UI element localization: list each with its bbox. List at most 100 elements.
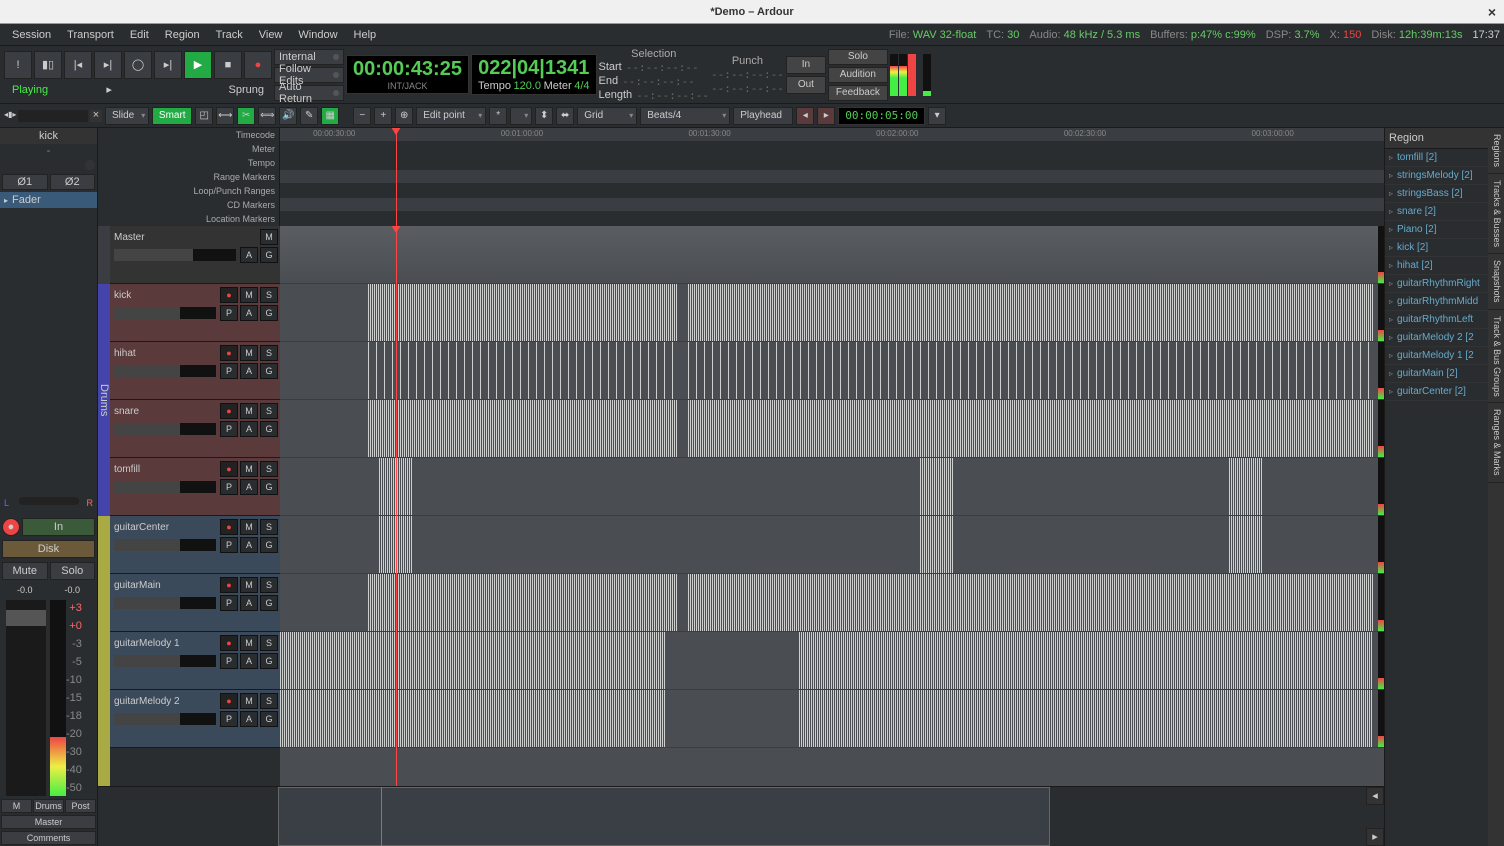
track-rec[interactable]: ● xyxy=(220,287,238,303)
track-lane[interactable] xyxy=(280,632,1384,690)
track-auto[interactable]: A xyxy=(240,479,258,495)
track-header-snare[interactable]: snare●MS PAG xyxy=(110,400,280,458)
track-header-hihat[interactable]: hihat●MS PAG xyxy=(110,342,280,400)
summary-view[interactable]: ◂ ▸ xyxy=(98,786,1384,846)
record-button[interactable]: ● xyxy=(244,51,272,79)
strip-master-button[interactable]: Master xyxy=(1,815,96,829)
region-item[interactable]: Piano [2] xyxy=(1385,221,1488,239)
object-tool-button[interactable]: ◰ xyxy=(195,107,213,125)
draw-tool-button[interactable]: ✎ xyxy=(300,107,318,125)
group-bar-guitar[interactable] xyxy=(98,516,110,786)
menu-view[interactable]: View xyxy=(251,29,291,41)
track-mute[interactable]: M xyxy=(240,635,258,651)
track-group[interactable]: G xyxy=(260,363,278,379)
menu-help[interactable]: Help xyxy=(346,29,385,41)
track-mute[interactable]: M xyxy=(240,577,258,593)
track-rec[interactable]: ● xyxy=(220,519,238,535)
menu-edit[interactable]: Edit xyxy=(122,29,157,41)
menu-session[interactable]: Session xyxy=(4,29,59,41)
track-rec[interactable]: ● xyxy=(220,577,238,593)
track-playlist[interactable]: P xyxy=(220,363,238,379)
menu-region[interactable]: Region xyxy=(157,29,208,41)
track-rec[interactable]: ● xyxy=(220,693,238,709)
snap-mode-dropdown[interactable]: Grid xyxy=(577,107,637,125)
phase-2-button[interactable]: Ø2 xyxy=(50,174,96,190)
shuttle-mode[interactable]: Sprung xyxy=(229,84,264,96)
track-auto[interactable]: A xyxy=(240,305,258,321)
track-header-guitarMelody-1[interactable]: guitarMelody 1●MS PAG xyxy=(110,632,280,690)
menu-transport[interactable]: Transport xyxy=(59,29,122,41)
smart-mode-button[interactable]: Smart xyxy=(152,107,192,125)
track-header-guitarCenter[interactable]: guitarCenter●MS PAG xyxy=(110,516,280,574)
track-solo[interactable]: S xyxy=(260,693,278,709)
audition-alert-button[interactable]: Audition xyxy=(828,67,888,83)
side-tab[interactable]: Track & Bus Groups xyxy=(1488,310,1504,404)
track-rec[interactable]: ● xyxy=(220,461,238,477)
track-auto[interactable]: A xyxy=(240,363,258,379)
punch-out-button[interactable]: Out xyxy=(786,76,826,94)
ruler-label-location[interactable]: Location Markers xyxy=(98,212,275,226)
track-header-Master[interactable]: MasterM AG xyxy=(110,226,280,284)
track-fader[interactable] xyxy=(114,597,216,609)
primary-clock[interactable]: 00:00:43:25 INT/JACK xyxy=(346,55,469,94)
track-group[interactable]: G xyxy=(260,247,278,263)
goto-end-button[interactable]: ▸| xyxy=(94,51,122,79)
zoom-out-button[interactable]: − xyxy=(353,107,371,125)
track-mute[interactable]: M xyxy=(240,461,258,477)
track-rec[interactable]: ● xyxy=(220,635,238,651)
strip-solo-button[interactable]: Solo xyxy=(50,562,96,580)
track-group[interactable]: G xyxy=(260,305,278,321)
punch-in-button[interactable]: In xyxy=(786,56,826,74)
region-item[interactable]: guitarMelody 1 [2 xyxy=(1385,347,1488,365)
nudge-dropdown[interactable]: ▾ xyxy=(928,107,946,125)
fader-tab[interactable]: Fader xyxy=(0,192,97,208)
track-fader[interactable] xyxy=(114,423,216,435)
track-canvas[interactable] xyxy=(280,226,1384,786)
region-item[interactable]: guitarMelody 2 [2 xyxy=(1385,329,1488,347)
track-group[interactable]: G xyxy=(260,653,278,669)
strip-m-button[interactable]: M xyxy=(1,799,32,813)
midi-panic-button[interactable]: ! xyxy=(4,51,32,79)
ruler-label-tempo[interactable]: Tempo xyxy=(98,156,275,170)
track-playlist[interactable]: P xyxy=(220,595,238,611)
track-playlist[interactable]: P xyxy=(220,653,238,669)
track-lane[interactable] xyxy=(280,458,1384,516)
track-playlist[interactable]: P xyxy=(220,479,238,495)
gain-slider[interactable] xyxy=(18,110,88,122)
track-auto[interactable]: A xyxy=(240,247,258,263)
ruler-label-cd[interactable]: CD Markers xyxy=(98,198,275,212)
feedback-alert-button[interactable]: Feedback xyxy=(828,85,888,101)
nudge-clock[interactable]: 00:00:05:00 xyxy=(838,107,925,125)
phase-1-button[interactable]: Ø1 xyxy=(2,174,48,190)
track-solo[interactable]: S xyxy=(260,635,278,651)
track-fader[interactable] xyxy=(114,249,236,261)
track-group[interactable]: G xyxy=(260,595,278,611)
ruler-label-loop[interactable]: Loop/Punch Ranges xyxy=(98,184,275,198)
track-mute[interactable]: M xyxy=(260,229,278,245)
track-rec[interactable]: ● xyxy=(220,403,238,419)
ruler-label-range[interactable]: Range Markers xyxy=(98,170,275,184)
track-header-tomfill[interactable]: tomfill●MS PAG xyxy=(110,458,280,516)
track-mute[interactable]: M xyxy=(240,287,258,303)
track-solo[interactable]: S xyxy=(260,403,278,419)
edit-tool-button[interactable]: ▦ xyxy=(321,107,339,125)
region-item[interactable]: stringsMelody [2] xyxy=(1385,167,1488,185)
side-tab[interactable]: Ranges & Marks xyxy=(1488,403,1504,483)
track-playlist[interactable]: P xyxy=(220,421,238,437)
track-auto[interactable]: A xyxy=(240,421,258,437)
edit-mode-dropdown[interactable]: Slide xyxy=(105,107,149,125)
track-mute[interactable]: M xyxy=(240,403,258,419)
track-fader[interactable] xyxy=(114,539,216,551)
track-header-guitarMelody-2[interactable]: guitarMelody 2●MS PAG xyxy=(110,690,280,748)
secondary-clock[interactable]: 022|04|1341 Tempo 120.0 Meter 4/4 xyxy=(471,54,597,95)
track-lane[interactable] xyxy=(280,342,1384,400)
strip-mute-button[interactable]: Mute xyxy=(2,562,48,580)
strip-comments-button[interactable]: Comments xyxy=(1,831,96,845)
menu-track[interactable]: Track xyxy=(208,29,251,41)
track-solo[interactable]: S xyxy=(260,519,278,535)
expand-tracks-button[interactable]: ⬍ xyxy=(535,107,553,125)
track-playlist[interactable]: P xyxy=(220,711,238,727)
region-item[interactable]: snare [2] xyxy=(1385,203,1488,221)
scroll-right-button[interactable]: ▸ xyxy=(1366,828,1384,846)
track-rec[interactable]: ● xyxy=(220,345,238,361)
